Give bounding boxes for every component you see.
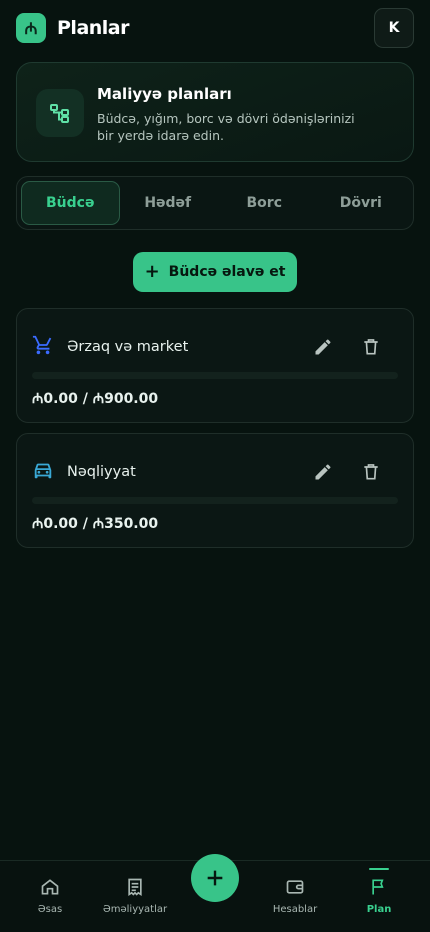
flag-icon — [369, 877, 389, 901]
delete-icon[interactable] — [359, 460, 383, 484]
flowchart-icon — [36, 89, 84, 137]
tab-recurring[interactable]: Dövri — [313, 181, 410, 225]
edit-icon[interactable] — [311, 335, 335, 359]
nav-item-transactions[interactable]: Əməliyyatlar — [95, 877, 175, 915]
app-logo: ₼ — [16, 13, 46, 43]
tab-goal[interactable]: Hədəf — [120, 181, 217, 225]
avatar[interactable]: K — [374, 8, 414, 48]
wallet-icon — [285, 877, 305, 901]
nav-label: Əsas — [37, 904, 63, 915]
plus-icon: + — [144, 261, 160, 282]
nav-label: Plan — [366, 904, 392, 915]
active-indicator — [369, 868, 389, 870]
info-description: Büdcə, yığım, borc və dövri ödənişlərini… — [97, 111, 355, 143]
nav-item-plan[interactable]: Plan — [339, 868, 419, 915]
tab-debt[interactable]: Borc — [216, 181, 313, 225]
home-icon — [40, 877, 60, 901]
budget-card[interactable]: Ərzaq və market ₼0.00 / ₼900.00 — [16, 308, 414, 423]
add-budget-label: Büdcə əlavə et — [168, 264, 286, 280]
edit-icon[interactable] — [311, 460, 335, 484]
car-icon — [32, 459, 54, 485]
delete-icon[interactable] — [359, 335, 383, 359]
budget-amount: ₼0.00 / ₼900.00 — [32, 391, 159, 407]
info-card: Maliyyə planları Büdcə, yığım, borc və d… — [16, 62, 414, 162]
manat-logo-icon: ₼ — [24, 19, 38, 38]
budget-progress-bar — [32, 372, 398, 379]
nav-item-accounts[interactable]: Hesablar — [255, 877, 335, 915]
budget-name: Nəqliyyat — [67, 464, 136, 480]
budget-card[interactable]: Nəqliyyat ₼0.00 / ₼350.00 — [16, 433, 414, 548]
cart-icon — [32, 334, 54, 360]
app-header: ₼ Planlar K — [16, 8, 414, 48]
nav-label: Əməliyyatlar — [102, 904, 168, 915]
budget-amount: ₼0.00 / ₼350.00 — [32, 516, 159, 532]
info-title: Maliyyə planları — [97, 85, 232, 103]
budget-progress-bar — [32, 497, 398, 504]
budget-name: Ərzaq və market — [67, 339, 189, 355]
page-title: Planlar — [57, 17, 130, 39]
receipt-icon — [125, 877, 145, 901]
plan-tabs: Büdcə Hədəf Borc Dövri — [16, 176, 414, 230]
plus-icon — [207, 870, 223, 886]
nav-label: Hesablar — [272, 904, 318, 915]
add-transaction-fab[interactable] — [191, 854, 239, 902]
nav-item-home[interactable]: Əsas — [10, 877, 90, 915]
add-budget-button[interactable]: + Büdcə əlavə et — [133, 252, 297, 292]
tab-budget[interactable]: Büdcə — [21, 181, 120, 225]
